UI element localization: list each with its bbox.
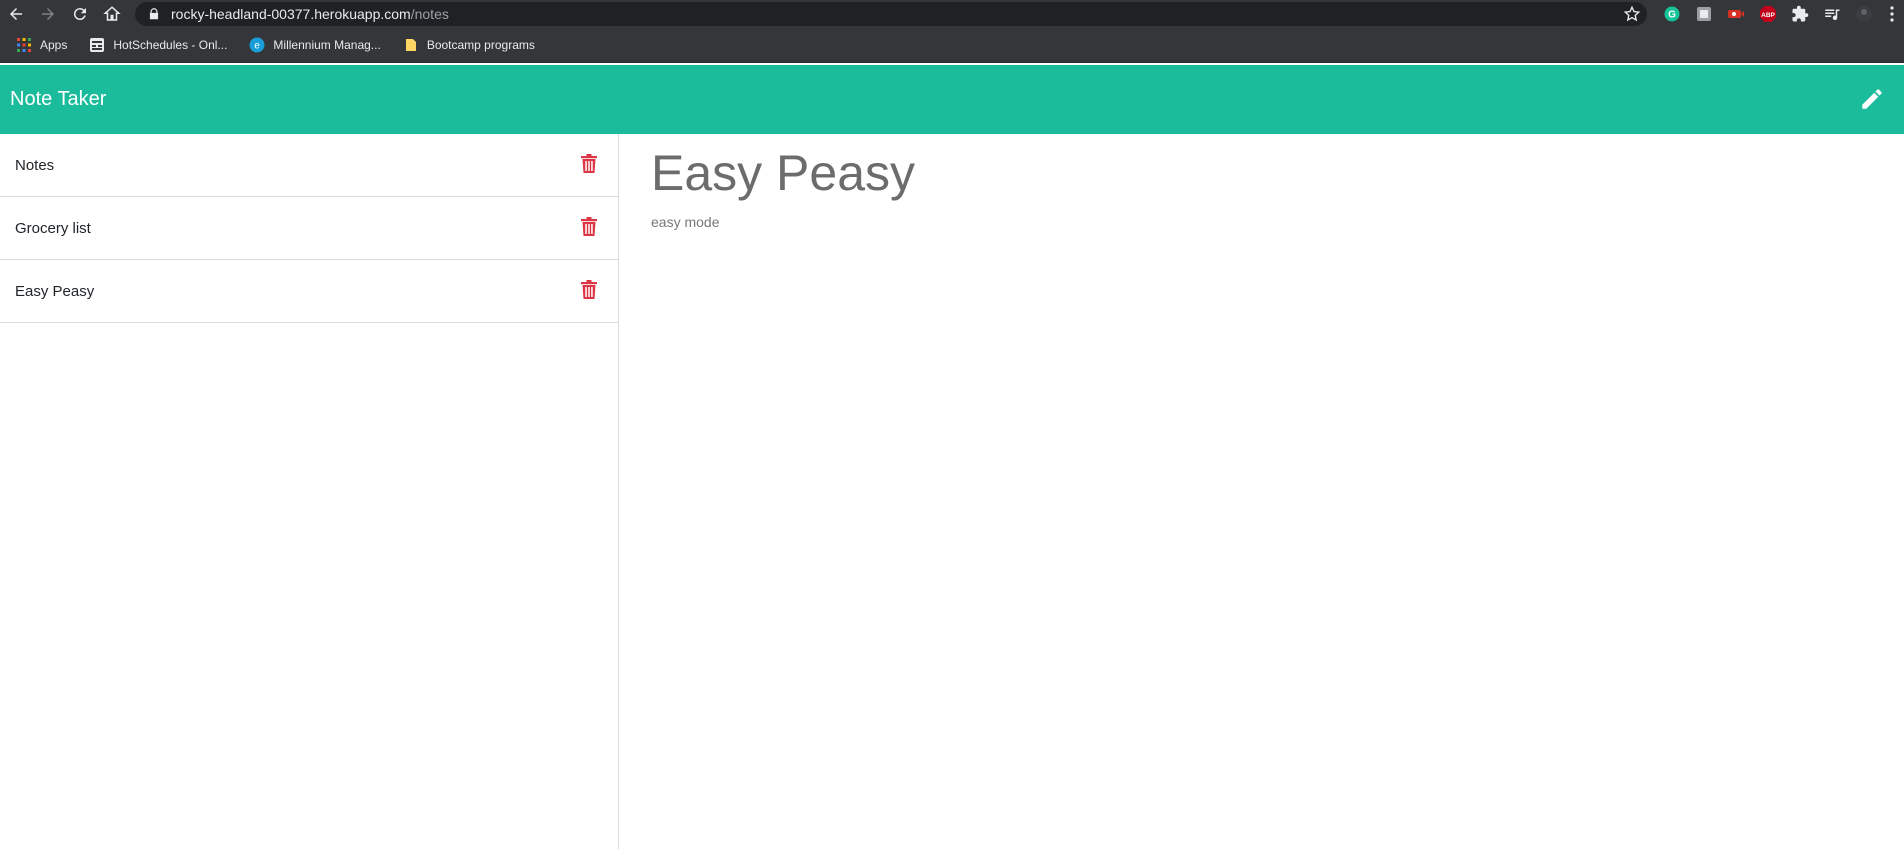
url-path: /notes — [410, 6, 449, 22]
svg-text:G: G — [1668, 10, 1676, 21]
extension-icon[interactable] — [1688, 0, 1720, 28]
app-navbar: Note Taker — [0, 65, 1904, 134]
bookmark-label: Millennium Manag... — [273, 38, 381, 52]
bookmarks-bar: Apps HotSchedules - Onl... e Millennium … — [0, 28, 1904, 63]
note-item-title: Notes — [15, 156, 55, 174]
adblock-plus-icon[interactable]: ABP — [1752, 0, 1784, 28]
extensions-area: G ABP — [1656, 0, 1904, 28]
browser-toolbar: rocky-headland-00377.herokuapp.com/notes… — [0, 0, 1904, 28]
bookmark-millennium[interactable]: e Millennium Manag... — [241, 31, 388, 59]
profile-icon[interactable] — [1848, 0, 1880, 28]
delete-note-button[interactable] — [580, 152, 598, 174]
bookmark-label: Bootcamp programs — [426, 38, 535, 52]
trash-icon — [581, 279, 597, 299]
note-list: Notes Grocery list Easy Peasy — [0, 134, 618, 323]
bookmark-star-icon[interactable] — [1623, 5, 1641, 23]
delete-note-button[interactable] — [580, 215, 598, 237]
lock-icon — [149, 8, 159, 20]
reload-icon — [73, 8, 86, 21]
bookmark-bootcamp-programs[interactable]: Bootcamp programs — [395, 31, 543, 59]
media-control-icon[interactable] — [1816, 0, 1848, 28]
note-list-item[interactable]: Grocery list — [0, 197, 618, 260]
note-list-panel: Notes Grocery list Easy Peasy — [0, 134, 619, 849]
bookmark-hotschedules[interactable]: HotSchedules - Onl... — [81, 31, 235, 59]
url-host: rocky-headland-00377.herokuapp.com — [171, 6, 411, 22]
delete-note-button[interactable] — [580, 278, 598, 300]
millennium-icon: e — [249, 37, 265, 53]
address-bar[interactable]: rocky-headland-00377.herokuapp.com/notes — [135, 2, 1647, 26]
svg-text:e: e — [255, 41, 261, 52]
home-button[interactable] — [96, 0, 128, 28]
video-extension-icon[interactable] — [1720, 0, 1752, 28]
back-arrow-icon — [10, 8, 22, 20]
home-icon — [103, 6, 121, 21]
forward-button[interactable] — [32, 0, 64, 28]
new-note-button[interactable] — [1858, 85, 1886, 113]
note-text-field[interactable]: easy mode — [651, 214, 1904, 230]
note-item-title: Easy Peasy — [15, 282, 95, 300]
bookmark-label: Apps — [40, 38, 68, 52]
note-item-title: Grocery list — [15, 219, 91, 237]
forward-arrow-icon — [42, 8, 54, 20]
svg-text:ABP: ABP — [1761, 12, 1775, 19]
bookmark-label: HotSchedules - Onl... — [113, 38, 228, 52]
note-list-item[interactable]: Easy Peasy — [0, 260, 618, 323]
puzzle-icon[interactable] — [1784, 0, 1816, 28]
menu-dots-icon[interactable] — [1880, 0, 1904, 28]
app-brand[interactable]: Note Taker — [10, 88, 106, 111]
bookmark-apps[interactable]: Apps — [8, 31, 75, 59]
note-title-field[interactable]: Easy Peasy — [651, 146, 1904, 201]
reload-button[interactable] — [64, 0, 96, 28]
back-button[interactable] — [0, 0, 32, 28]
note-detail-panel: Easy Peasy easy mode — [620, 134, 1904, 849]
note-list-item[interactable]: Notes — [0, 134, 618, 197]
apps-grid-icon — [16, 37, 32, 53]
hotschedules-icon — [89, 37, 105, 53]
trash-icon — [581, 216, 597, 236]
pencil-icon — [1862, 89, 1882, 109]
grammarly-icon[interactable]: G — [1656, 0, 1688, 28]
folder-icon — [403, 37, 419, 53]
trash-icon — [581, 153, 597, 173]
